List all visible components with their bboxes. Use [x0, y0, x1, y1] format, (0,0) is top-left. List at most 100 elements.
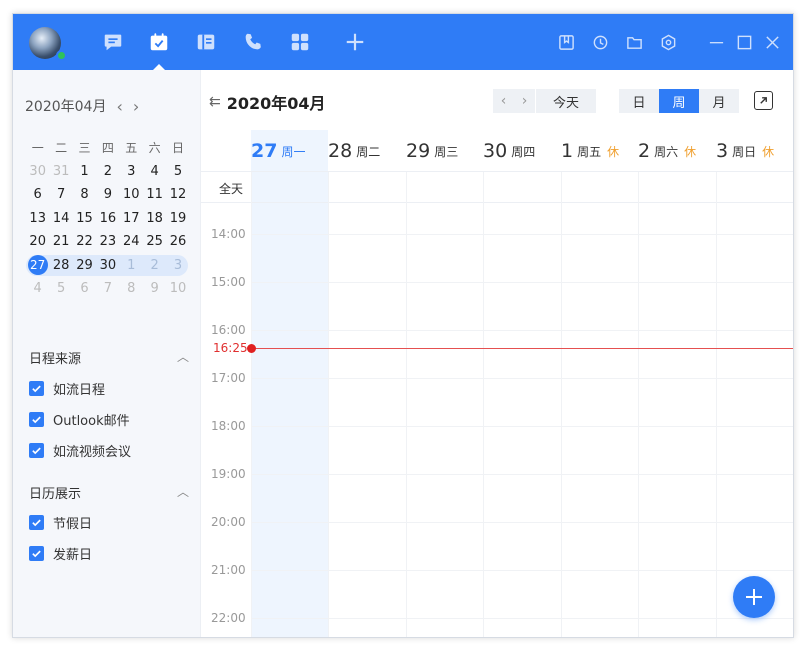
day-header-mon[interactable]: 27 周一: [251, 130, 305, 172]
mini-day[interactable]: 12: [166, 187, 189, 202]
mini-next-month-button[interactable]: ›: [133, 97, 139, 116]
phone-icon[interactable]: [241, 30, 265, 54]
mini-day[interactable]: 30: [96, 258, 119, 273]
mini-day[interactable]: 25: [143, 234, 166, 249]
history-icon[interactable]: [591, 33, 609, 51]
settings-icon[interactable]: [659, 33, 677, 51]
mini-day[interactable]: 3: [166, 258, 189, 273]
checkbox-checked-icon[interactable]: [29, 412, 44, 427]
checkbox-checked-icon[interactable]: [29, 515, 44, 530]
week-view: ⇇ 2020年04月 ‹ › 今天 日 周 月 27 周一 28 周二 29 周…: [201, 70, 793, 637]
mini-day[interactable]: 19: [166, 211, 189, 226]
chevron-up-icon[interactable]: ︿: [177, 483, 189, 500]
checkbox-checked-icon[interactable]: [29, 443, 44, 458]
view-day-button[interactable]: 日: [619, 89, 659, 113]
mini-day-today[interactable]: 27: [26, 255, 49, 276]
minimize-icon[interactable]: [707, 33, 725, 51]
mini-day[interactable]: 31: [49, 164, 72, 179]
add-icon[interactable]: [343, 30, 367, 54]
source-item-video-meeting[interactable]: 如流视频会议: [29, 441, 131, 460]
today-button[interactable]: 今天: [536, 89, 596, 113]
mini-day[interactable]: 5: [166, 164, 189, 179]
mini-day[interactable]: 10: [166, 281, 189, 296]
day-header-sat[interactable]: 2 周六 休: [638, 130, 696, 172]
next-week-button[interactable]: ›: [514, 89, 535, 113]
column-divider: [561, 172, 562, 637]
mini-day[interactable]: 6: [26, 187, 49, 202]
chat-icon[interactable]: [101, 30, 125, 54]
column-divider: [406, 172, 407, 637]
mini-day[interactable]: 4: [143, 164, 166, 179]
day-header-fri[interactable]: 1 周五 休: [561, 130, 619, 172]
mini-day[interactable]: 11: [143, 187, 166, 202]
mini-day[interactable]: 1: [120, 258, 143, 273]
mini-day[interactable]: 2: [143, 258, 166, 273]
mini-day[interactable]: 1: [73, 164, 96, 179]
folder-icon[interactable]: [625, 33, 643, 51]
prev-week-button[interactable]: ‹: [493, 89, 514, 113]
mini-day[interactable]: 6: [73, 281, 96, 296]
mini-day[interactable]: 3: [120, 164, 143, 179]
source-item-outlook[interactable]: Outlook邮件: [29, 410, 130, 429]
mini-day[interactable]: 8: [120, 281, 143, 296]
collapse-sidebar-icon[interactable]: ⇇: [209, 94, 221, 110]
mini-prev-month-button[interactable]: ‹: [116, 97, 122, 116]
mini-day[interactable]: 10: [120, 187, 143, 202]
mini-day[interactable]: 24: [120, 234, 143, 249]
mini-day[interactable]: 26: [166, 234, 189, 249]
day-header-thu[interactable]: 30 周四: [483, 130, 535, 172]
create-event-button[interactable]: [733, 576, 775, 618]
maximize-icon[interactable]: [735, 33, 753, 51]
calendar-icon[interactable]: [147, 30, 171, 54]
open-external-icon[interactable]: [754, 91, 773, 110]
source-item-ruliu-schedule[interactable]: 如流日程: [29, 379, 105, 398]
mini-day[interactable]: 14: [49, 211, 72, 226]
mini-day[interactable]: 4: [26, 281, 49, 296]
mini-weekday-row: 一 二 三 四 五 六 日: [26, 136, 190, 160]
plus-icon: [746, 589, 762, 605]
checkbox-checked-icon[interactable]: [29, 381, 44, 396]
display-item-payday[interactable]: 发薪日: [29, 544, 92, 563]
mini-day[interactable]: 15: [73, 211, 96, 226]
mini-day[interactable]: 7: [96, 281, 119, 296]
docs-icon[interactable]: [194, 30, 218, 54]
view-week-button[interactable]: 周: [659, 89, 699, 113]
column-divider: [328, 172, 329, 637]
mini-day[interactable]: 23: [96, 234, 119, 249]
rest-day-badge: 休: [607, 144, 620, 159]
display-section-header[interactable]: 日历展示 ︿: [29, 483, 189, 502]
mini-day[interactable]: 18: [143, 211, 166, 226]
mini-day[interactable]: 20: [26, 234, 49, 249]
mini-day[interactable]: 21: [49, 234, 72, 249]
mini-day[interactable]: 17: [120, 211, 143, 226]
all-day-row[interactable]: 全天: [201, 172, 793, 203]
day-header-wed[interactable]: 29 周三: [406, 130, 458, 172]
close-icon[interactable]: [763, 33, 781, 51]
mini-day[interactable]: 2: [96, 164, 119, 179]
day-header-sun[interactable]: 3 周日 休: [716, 130, 774, 172]
main-header-title: ⇇ 2020年04月: [209, 90, 326, 114]
mini-day[interactable]: 29: [73, 258, 96, 273]
display-item-holiday[interactable]: 节假日: [29, 513, 92, 532]
view-month-button[interactable]: 月: [699, 89, 739, 113]
bookmark-icon[interactable]: [557, 33, 575, 51]
mini-day[interactable]: 22: [73, 234, 96, 249]
mini-day[interactable]: 13: [26, 211, 49, 226]
column-divider: [638, 172, 639, 637]
mini-day[interactable]: 30: [26, 164, 49, 179]
mini-day[interactable]: 28: [49, 258, 72, 273]
mini-day[interactable]: 7: [49, 187, 72, 202]
hour-gridline: [251, 522, 793, 523]
mini-day[interactable]: 16: [96, 211, 119, 226]
checkbox-checked-icon[interactable]: [29, 546, 44, 561]
mini-day[interactable]: 9: [143, 281, 166, 296]
mini-day[interactable]: 9: [96, 187, 119, 202]
chevron-up-icon[interactable]: ︿: [177, 348, 189, 365]
day-header-tue[interactable]: 28 周二: [328, 130, 380, 172]
date-navigation: ‹ › 今天: [493, 89, 596, 113]
mini-day[interactable]: 5: [49, 281, 72, 296]
mini-day[interactable]: 8: [73, 187, 96, 202]
sources-section-header[interactable]: 日程来源 ︿: [29, 348, 189, 367]
day-number: 3: [716, 140, 729, 162]
apps-icon[interactable]: [288, 30, 312, 54]
